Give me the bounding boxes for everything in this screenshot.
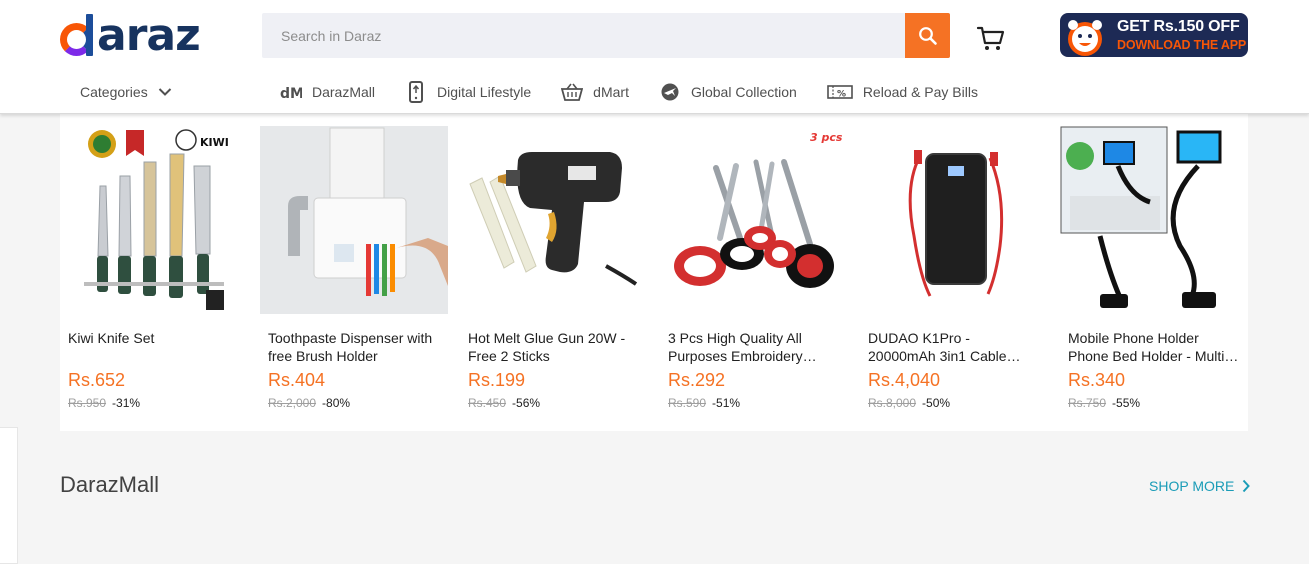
site-header: araz GET Rs.150 OFF DOWNLOAD THE A (0, 0, 1309, 114)
top-nav: dM DarazMall Digital Lifestyle dMart Glo… (280, 80, 1008, 104)
search-button[interactable] (905, 13, 950, 58)
product-image (260, 126, 448, 314)
cart-button[interactable] (976, 24, 1006, 52)
product-title[interactable]: Toothpaste Dispenser with free Brush Hol… (268, 329, 440, 365)
product-discount: -80% (322, 396, 351, 410)
product-discount: -56% (512, 396, 541, 410)
svg-text:dM: dM (280, 86, 302, 100)
shop-more-link[interactable]: SHOP MORE (1149, 478, 1251, 494)
product-badge: 3 pcs (810, 131, 843, 144)
nav-item-label: Reload & Pay Bills (862, 84, 978, 100)
product-title[interactable]: 3 Pcs High Quality All Purposes Embroide… (668, 329, 840, 365)
promo-subline: DOWNLOAD THE APP (1117, 38, 1246, 52)
product-old-price: Rs.450 (468, 396, 507, 410)
nav-item-label: Global Collection (690, 84, 797, 100)
categories-label: Categories (80, 84, 148, 100)
svg-text:%: % (837, 90, 846, 100)
nav-item-global-collection[interactable]: Global Collection (659, 80, 797, 104)
product-old-price-row: Rs.950 -31% (68, 396, 140, 410)
product-discount: -51% (712, 396, 741, 410)
plane-globe-icon (659, 82, 681, 102)
product-discount: -50% (922, 396, 951, 410)
product-old-price-row: Rs.8,000 -50% (868, 396, 950, 410)
app-download-banner[interactable]: GET Rs.150 OFF DOWNLOAD THE APP (1060, 13, 1248, 57)
search-bar (262, 13, 950, 58)
product-card[interactable]: KIWI Kiwi Knife Set Rs.652 Rs.950 -31% (60, 126, 248, 410)
search-icon (918, 26, 937, 45)
product-discount: -55% (1112, 396, 1141, 410)
product-price: Rs.4,040 (868, 370, 941, 390)
product-title[interactable]: Kiwi Knife Set (68, 329, 240, 347)
product-old-price-row: Rs.590 -51% (668, 396, 740, 410)
product-image (460, 126, 648, 314)
product-title[interactable]: Mobile Phone Holder Phone Bed Holder - M… (1068, 329, 1240, 365)
side-toolbar[interactable] (0, 427, 18, 564)
nav-item-label: DarazMall (312, 84, 376, 100)
product-image (860, 126, 1048, 314)
product-old-price: Rs.590 (668, 396, 707, 410)
product-price: Rs.292 (668, 370, 726, 390)
product-old-price: Rs.950 (68, 396, 107, 410)
product-carousel: KIWI Kiwi Knife Set Rs.652 Rs.950 -31% T… (60, 114, 1248, 431)
promo-headline: GET Rs.150 OFF (1117, 18, 1240, 35)
product-price: Rs.404 (268, 370, 326, 390)
product-old-price-row: Rs.750 -55% (1068, 396, 1140, 410)
product-title[interactable]: DUDAO K1Pro - 20000mAh 3in1 Cable Power … (868, 329, 1040, 365)
nav-item-reload-pay-bills[interactable]: % Reload & Pay Bills (827, 80, 978, 104)
product-card[interactable]: Toothpaste Dispenser with free Brush Hol… (260, 126, 448, 410)
product-image: KIWI (60, 126, 248, 314)
product-card[interactable]: Mobile Phone Holder Phone Bed Holder - M… (1060, 126, 1248, 410)
product-card[interactable]: 3 pcs 3 Pcs High Quality All Purposes Em… (660, 126, 848, 410)
svg-text:KIWI: KIWI (200, 136, 229, 149)
chevron-right-icon (1243, 479, 1251, 493)
product-old-price: Rs.750 (1068, 396, 1107, 410)
product-title[interactable]: Hot Melt Glue Gun 20W - Free 2 Sticks (468, 329, 640, 365)
logo-wordmark: araz (97, 10, 201, 61)
product-image: 3 pcs (660, 126, 848, 314)
product-discount: -31% (112, 396, 141, 410)
darazmall-icon: dM (280, 82, 302, 102)
product-card[interactable]: Hot Melt Glue Gun 20W - Free 2 Sticks Rs… (460, 126, 648, 410)
nav-item-digital-lifestyle[interactable]: Digital Lifestyle (405, 80, 531, 104)
logo-d-mark (60, 14, 96, 58)
cart-icon (976, 26, 1005, 50)
product-price: Rs.199 (468, 370, 526, 390)
section-title: DarazMall (60, 472, 160, 497)
basket-icon (561, 82, 584, 102)
product-old-price-row: Rs.2,000 -80% (268, 396, 350, 410)
nav-item-dmart[interactable]: dMart (561, 80, 629, 104)
daraz-logo[interactable]: araz (60, 10, 201, 61)
product-old-price: Rs.8,000 (868, 396, 917, 410)
nav-item-label: Digital Lifestyle (437, 84, 532, 100)
product-old-price: Rs.2,000 (268, 396, 317, 410)
shop-more-label: SHOP MORE (1149, 478, 1235, 494)
product-card[interactable]: DUDAO K1Pro - 20000mAh 3in1 Cable Power … (860, 126, 1048, 410)
nav-item-darazmall[interactable]: dM DarazMall (280, 80, 375, 104)
product-price: Rs.340 (1068, 370, 1126, 390)
phone-icon (405, 81, 427, 103)
product-image (1060, 126, 1248, 314)
product-old-price-row: Rs.450 -56% (468, 396, 540, 410)
search-input[interactable] (262, 13, 905, 58)
product-price: Rs.652 (68, 370, 126, 390)
categories-dropdown[interactable]: Categories (80, 84, 172, 100)
chevron-down-icon (158, 88, 171, 96)
mascot-icon (1068, 20, 1102, 56)
nav-item-label: dMart (593, 84, 629, 100)
ticket-icon: % (827, 82, 853, 102)
